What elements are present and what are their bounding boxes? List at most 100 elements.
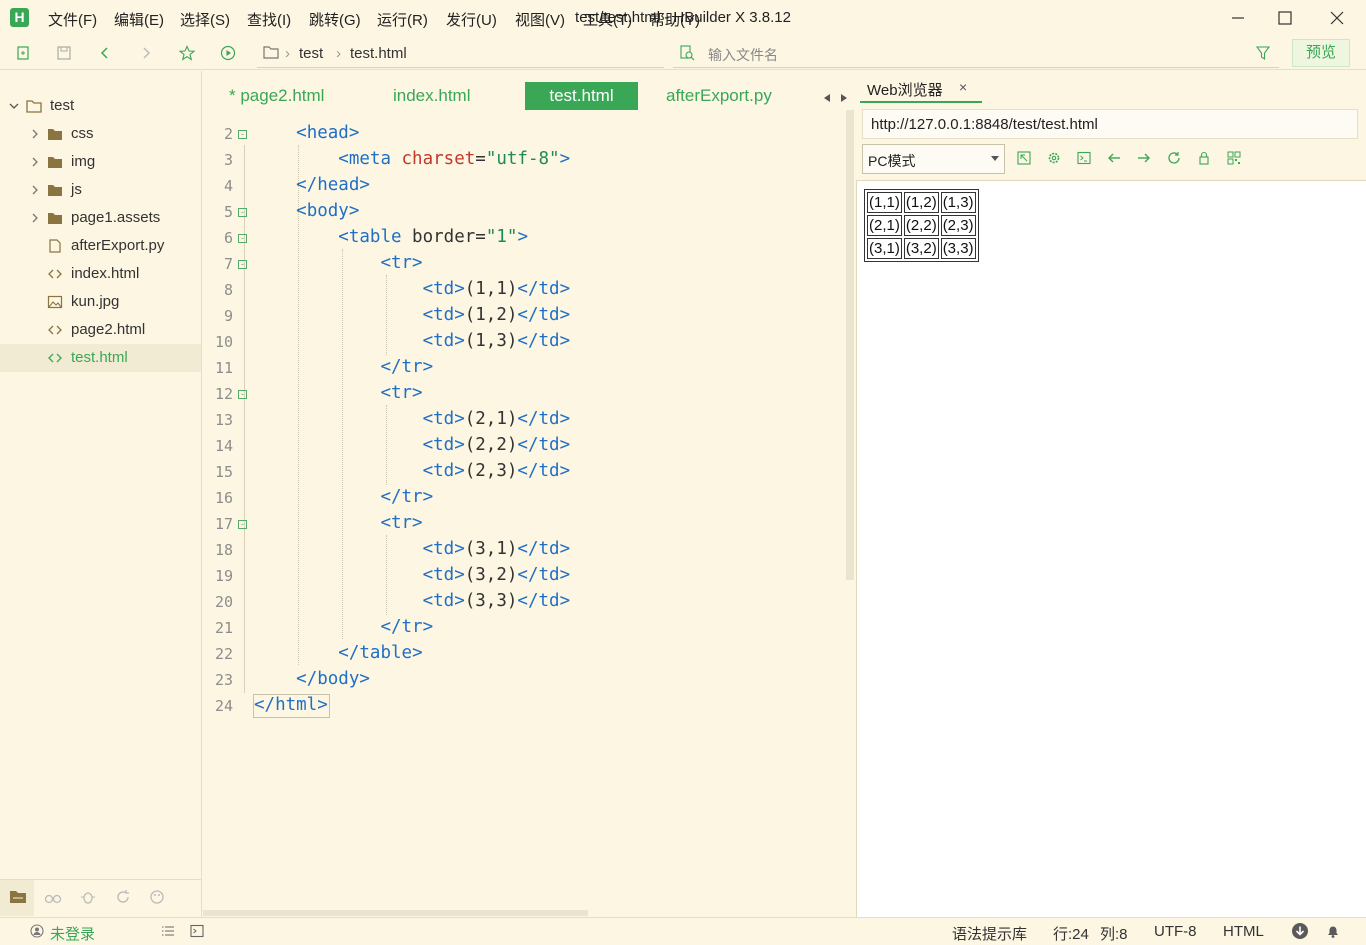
- editor-horizontal-scrollbar[interactable]: [203, 910, 588, 916]
- code-line[interactable]: </tr>: [254, 487, 433, 507]
- code-line[interactable]: <td>(2,2)</td>: [254, 435, 571, 455]
- menu-tools[interactable]: 工具(T): [583, 9, 632, 30]
- code-line[interactable]: <td>(1,3)</td>: [254, 331, 571, 351]
- save-button[interactable]: [55, 44, 73, 62]
- fold-marker[interactable]: -: [238, 234, 247, 243]
- code-line[interactable]: <td>(1,2)</td>: [254, 305, 571, 325]
- fold-marker[interactable]: -: [238, 390, 247, 399]
- tree-item-img[interactable]: img: [0, 148, 201, 176]
- chevron-right-icon: [32, 213, 38, 223]
- menu-find[interactable]: 查找(I): [247, 9, 291, 30]
- tab-debug[interactable]: [78, 888, 98, 906]
- fold-marker[interactable]: -: [238, 260, 247, 269]
- code-line[interactable]: <td>(2,1)</td>: [254, 409, 571, 429]
- filter-button[interactable]: [1255, 45, 1271, 65]
- login-status[interactable]: 未登录: [50, 923, 95, 944]
- console-button[interactable]: [1076, 150, 1092, 166]
- settings-button[interactable]: [1046, 150, 1062, 166]
- menu-help[interactable]: 帮助(Y): [650, 9, 700, 30]
- tree-item-page1-assets[interactable]: page1.assets: [0, 204, 201, 232]
- qrcode-button[interactable]: [1226, 150, 1242, 166]
- code-line[interactable]: <meta charset="utf-8">: [254, 149, 570, 169]
- menu-view[interactable]: 视图(V): [515, 9, 565, 30]
- code-line[interactable]: <td>(3,1)</td>: [254, 539, 571, 559]
- preview-button[interactable]: 预览: [1292, 39, 1350, 67]
- maximize-button[interactable]: [1262, 4, 1308, 32]
- file-search-placeholder: 输入文件名: [708, 47, 778, 63]
- app-logo: H: [10, 8, 29, 27]
- code-line[interactable]: <td>(3,2)</td>: [254, 565, 571, 585]
- code-line[interactable]: <table border="1">: [254, 227, 528, 247]
- tab-afterexport-py[interactable]: afterExport.py: [666, 86, 772, 106]
- breadcrumb-separator: ›: [336, 45, 341, 62]
- browser-back-button[interactable]: [1106, 150, 1122, 166]
- download-button[interactable]: [1291, 922, 1309, 940]
- tree-item-afterexport-py[interactable]: afterExport.py: [0, 232, 201, 260]
- fold-marker[interactable]: -: [238, 520, 247, 529]
- tab-test-html[interactable]: test.html: [525, 82, 638, 110]
- cursor-row[interactable]: 行:24: [1053, 923, 1089, 944]
- tab-index-html[interactable]: index.html: [393, 86, 470, 106]
- code-line[interactable]: <td>(1,1)</td>: [254, 279, 571, 299]
- back-button[interactable]: [96, 44, 114, 62]
- menu-select[interactable]: 选择(S): [180, 9, 230, 30]
- code-line[interactable]: </body>: [254, 669, 370, 689]
- tab-project-explorer[interactable]: [8, 888, 28, 906]
- refresh-button[interactable]: [1166, 150, 1182, 166]
- favorite-button[interactable]: [178, 44, 196, 62]
- line-number: 8: [223, 281, 233, 299]
- menu-goto[interactable]: 跳转(G): [309, 9, 361, 30]
- tree-item-page2-html[interactable]: page2.html: [0, 316, 201, 344]
- tree-item-label: img: [71, 153, 96, 170]
- breadcrumb-project[interactable]: test: [299, 45, 323, 62]
- tree-item-js[interactable]: js: [0, 176, 201, 204]
- file-encoding[interactable]: UTF-8: [1154, 923, 1197, 940]
- cursor-col[interactable]: 列:8: [1100, 923, 1128, 944]
- fold-marker[interactable]: -: [238, 208, 247, 217]
- code-line[interactable]: <tr>: [254, 383, 422, 403]
- close-tab-button[interactable]: ×: [959, 79, 967, 95]
- run-button[interactable]: [219, 44, 237, 62]
- syntax-library[interactable]: 语法提示库: [952, 923, 1027, 944]
- code-line[interactable]: <td>(2,3)</td>: [254, 461, 571, 481]
- tree-item-index-html[interactable]: index.html: [0, 260, 201, 288]
- code-line[interactable]: <head>: [254, 123, 359, 143]
- close-window-button[interactable]: [1314, 4, 1360, 32]
- lock-button[interactable]: [1196, 150, 1212, 166]
- fold-marker[interactable]: -: [238, 130, 247, 139]
- tree-item-kun-jpg[interactable]: kun.jpg: [0, 288, 201, 316]
- browser-forward-button[interactable]: [1136, 150, 1152, 166]
- open-external-button[interactable]: [1016, 150, 1032, 166]
- tree-project-root[interactable]: test: [0, 92, 201, 120]
- tab-scroll-right-button[interactable]: [840, 90, 848, 107]
- menu-edit[interactable]: 编辑(E): [114, 9, 164, 30]
- code-line[interactable]: </tr>: [254, 357, 433, 377]
- outline-button[interactable]: [159, 922, 177, 940]
- notification-button[interactable]: [1324, 922, 1342, 940]
- tree-item-test-html[interactable]: test.html: [0, 344, 201, 372]
- tab-page2-html[interactable]: * page2.html: [229, 86, 324, 106]
- breadcrumb-file[interactable]: test.html: [350, 45, 407, 62]
- code-line[interactable]: </table>: [254, 643, 422, 663]
- tab-git[interactable]: [113, 888, 133, 906]
- code-line[interactable]: <body>: [254, 201, 359, 221]
- code-line[interactable]: <td>(3,3)</td>: [254, 591, 571, 611]
- tree-item-css[interactable]: css: [0, 120, 201, 148]
- terminal-button[interactable]: [188, 922, 206, 940]
- code-line[interactable]: <tr>: [254, 253, 422, 273]
- tab-plugins[interactable]: [43, 888, 63, 906]
- editor-vertical-scrollbar[interactable]: [846, 110, 854, 580]
- file-language[interactable]: HTML: [1223, 923, 1264, 940]
- minimize-button[interactable]: [1215, 4, 1261, 32]
- tab-scroll-left-button[interactable]: [823, 90, 831, 107]
- menu-file[interactable]: 文件(F): [48, 9, 97, 30]
- tab-theme[interactable]: [147, 888, 167, 906]
- menu-run[interactable]: 运行(R): [377, 9, 428, 30]
- new-file-button[interactable]: [14, 44, 32, 62]
- qrcode-icon: [1227, 151, 1241, 165]
- menu-publish[interactable]: 发行(U): [446, 9, 497, 30]
- code-line[interactable]: <tr>: [254, 513, 422, 533]
- code-line[interactable]: </tr>: [254, 617, 433, 637]
- code-line[interactable]: </head>: [254, 175, 370, 195]
- forward-button[interactable]: [137, 44, 155, 62]
